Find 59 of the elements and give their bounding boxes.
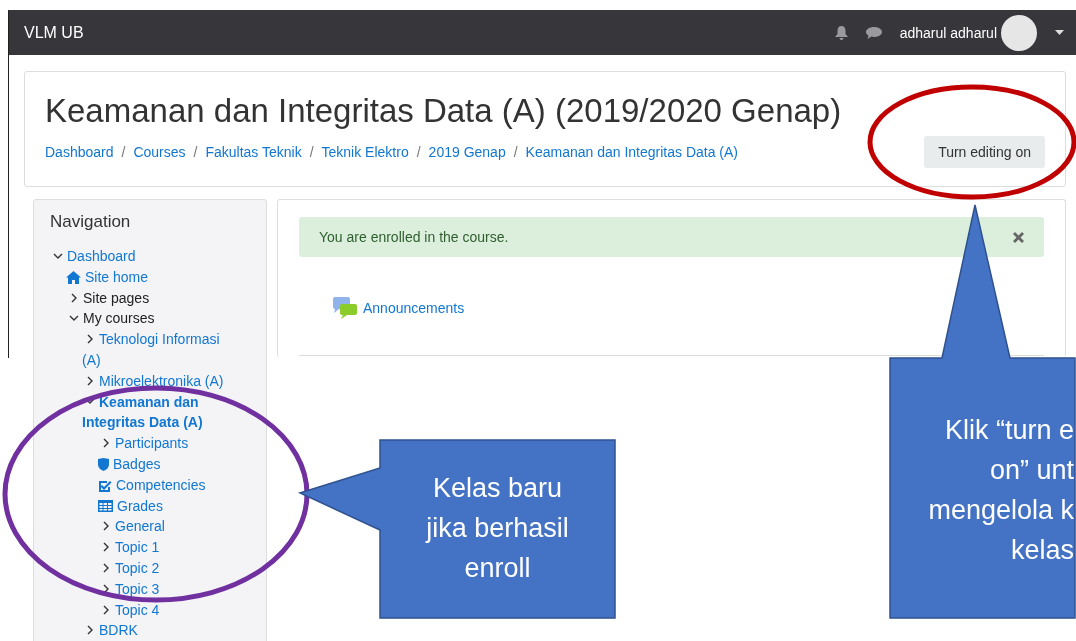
nav-item[interactable]: Teknologi Informasi (A)	[82, 329, 238, 371]
nav-item[interactable]: Dashboard	[50, 246, 238, 267]
breadcrumb-link[interactable]: Keamanan dan Integritas Data (A)	[525, 144, 739, 160]
checkbox-icon	[98, 478, 112, 492]
nav-item[interactable]: Site home	[85, 266, 149, 288]
bell-icon[interactable]	[834, 25, 848, 40]
page-title: Keamanan dan Integritas Data (A) (2019/2020 Genap)	[45, 92, 843, 130]
chevron-right-icon[interactable]	[86, 375, 94, 386]
activity-link[interactable]: Announcements	[363, 300, 465, 316]
breadcrumb-separator: /	[193, 144, 198, 160]
user-name[interactable]: adharul adharul	[899, 24, 997, 41]
chevron-right-icon[interactable]	[70, 292, 78, 303]
site-name[interactable]: VLM UB	[24, 23, 835, 42]
nav-item[interactable]: Mikroelektronika (A)	[82, 370, 238, 392]
chat-icon[interactable]	[865, 26, 882, 39]
breadcrumb-separator: /	[416, 144, 421, 160]
close-icon[interactable]	[1013, 231, 1024, 243]
breadcrumb-separator: /	[513, 144, 518, 160]
chevron-right-icon[interactable]	[102, 542, 110, 553]
shield-icon	[98, 457, 109, 471]
nav-item[interactable]: Grades	[117, 495, 163, 517]
table-icon	[98, 499, 113, 512]
nav-item[interactable]: BDRK	[82, 620, 238, 641]
chevron-right-icon[interactable]	[86, 625, 94, 636]
breadcrumb-link[interactable]: Dashboard	[45, 144, 114, 160]
nav-item[interactable]: Keamanan dan Integritas Data (A)	[82, 391, 238, 434]
chevron-right-icon[interactable]	[102, 438, 110, 449]
chevron-right-icon[interactable]	[102, 583, 110, 594]
callout-text: Klik “turn e on” unt mengelola k kelas	[927, 414, 1074, 567]
chevron-down-icon[interactable]	[53, 252, 63, 260]
home-icon	[66, 270, 81, 284]
callout-text: Kelas baru jika berhasil enroll	[424, 472, 570, 585]
forum-icon	[333, 297, 357, 319]
breadcrumb-separator: /	[121, 144, 126, 160]
chevron-right-icon[interactable]	[102, 604, 110, 615]
breadcrumb-separator: /	[309, 144, 314, 160]
nav-item[interactable]: Topic 3	[98, 578, 238, 600]
breadcrumb-link[interactable]: Teknik Elektro	[321, 144, 409, 160]
nav-item[interactable]: Badges	[113, 453, 161, 475]
nav-item[interactable]: General	[98, 516, 238, 538]
panel-title: Navigation	[50, 212, 132, 232]
nav-item[interactable]: Topic 4	[98, 599, 238, 621]
breadcrumb-link[interactable]: Fakultas Teknik	[205, 144, 302, 160]
chevron-right-icon[interactable]	[102, 562, 110, 573]
nav-item[interactable]: Topic 2	[98, 557, 238, 579]
breadcrumb-link[interactable]: 2019 Genap	[428, 144, 506, 160]
nav-item[interactable]: Competencies	[116, 474, 206, 496]
nav-item[interactable]: Participants	[98, 433, 238, 454]
chevron-right-icon[interactable]	[86, 334, 94, 345]
chevron-right-icon[interactable]	[102, 521, 110, 532]
chevron-down-icon[interactable]	[69, 314, 79, 322]
avatar-icon[interactable]	[1001, 14, 1037, 51]
alert-text: You are enrolled in the course.	[319, 229, 509, 245]
breadcrumb-link[interactable]: Courses	[133, 144, 186, 160]
turn-editing-button[interactable]: Turn editing on	[924, 136, 1045, 168]
nav-item[interactable]: Site pages	[66, 287, 238, 309]
nav-item[interactable]: My courses	[66, 308, 238, 330]
nav-item[interactable]: Topic 1	[98, 537, 238, 558]
caret-icon[interactable]	[1055, 30, 1064, 35]
